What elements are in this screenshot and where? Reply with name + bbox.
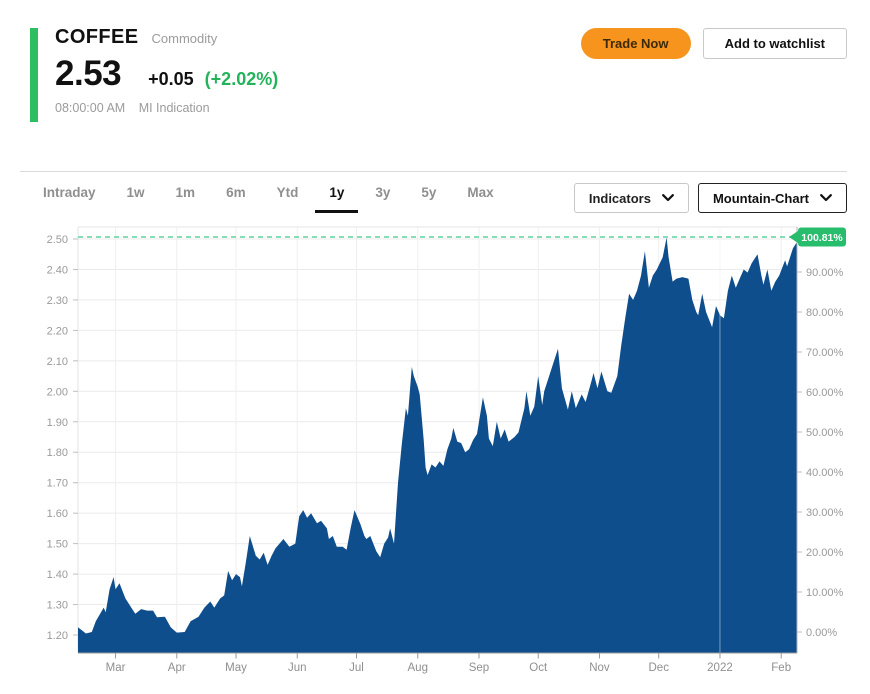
svg-text:20.00%: 20.00% xyxy=(806,547,844,559)
instrument-symbol: COFFEE xyxy=(55,26,139,49)
svg-text:80.00%: 80.00% xyxy=(806,307,844,319)
svg-text:2.40: 2.40 xyxy=(47,264,68,276)
range-tab-max[interactable]: Max xyxy=(467,185,493,200)
percent-change-badge: 100.81% xyxy=(801,232,843,244)
svg-text:Sep: Sep xyxy=(469,662,489,674)
svg-text:70.00%: 70.00% xyxy=(806,347,844,359)
svg-text:Dec: Dec xyxy=(649,662,670,674)
svg-text:1.30: 1.30 xyxy=(47,600,68,612)
svg-text:1.50: 1.50 xyxy=(47,539,68,551)
header-actions: Trade Now Add to watchlist xyxy=(581,28,847,59)
svg-text:Nov: Nov xyxy=(589,662,610,674)
svg-text:Feb: Feb xyxy=(771,662,791,674)
price-accent-bar xyxy=(30,28,38,122)
range-tab-intraday[interactable]: Intraday xyxy=(43,185,96,200)
svg-text:2.00: 2.00 xyxy=(47,386,68,398)
svg-text:2.20: 2.20 xyxy=(47,325,68,337)
indicators-dropdown[interactable]: Indicators xyxy=(574,183,689,213)
svg-text:40.00%: 40.00% xyxy=(806,467,844,479)
svg-text:1.20: 1.20 xyxy=(47,630,68,642)
svg-text:Mar: Mar xyxy=(106,662,126,674)
range-tab-5y[interactable]: 5y xyxy=(421,185,436,200)
svg-text:0.00%: 0.00% xyxy=(806,627,837,639)
svg-text:2.10: 2.10 xyxy=(47,356,68,368)
svg-text:50.00%: 50.00% xyxy=(806,427,844,439)
svg-text:Apr: Apr xyxy=(168,662,186,674)
svg-text:10.00%: 10.00% xyxy=(806,587,844,599)
svg-text:1.40: 1.40 xyxy=(47,569,68,581)
svg-text:90.00%: 90.00% xyxy=(806,267,844,279)
quote-source: MI Indication xyxy=(139,101,210,115)
chart-type-dropdown[interactable]: Mountain-Chart xyxy=(698,183,847,213)
chevron-down-icon xyxy=(662,194,674,202)
svg-text:2.30: 2.30 xyxy=(47,295,68,307)
svg-text:Jul: Jul xyxy=(349,662,364,674)
svg-text:60.00%: 60.00% xyxy=(806,387,844,399)
range-tab-1y[interactable]: 1y xyxy=(329,185,344,200)
range-tab-ytd[interactable]: Ytd xyxy=(277,185,299,200)
svg-text:1.80: 1.80 xyxy=(47,447,68,459)
quote-header: COFFEE Commodity 2.53 +0.05 (+2.02%) 08:… xyxy=(55,26,278,115)
range-tab-1w[interactable]: 1w xyxy=(127,185,145,200)
quote-timestamp: 08:00:00 AM xyxy=(55,101,125,115)
svg-text:1.70: 1.70 xyxy=(47,478,68,490)
chevron-down-icon xyxy=(820,194,832,202)
add-to-watchlist-button[interactable]: Add to watchlist xyxy=(703,28,847,59)
svg-text:1.90: 1.90 xyxy=(47,417,68,429)
svg-text:1.60: 1.60 xyxy=(47,508,68,520)
range-tab-1m[interactable]: 1m xyxy=(176,185,196,200)
svg-text:30.00%: 30.00% xyxy=(806,507,844,519)
chart-controls: Indicators Mountain-Chart xyxy=(574,183,847,213)
indicators-dropdown-label: Indicators xyxy=(589,191,651,206)
mountain-chart-svg[interactable]: 2.50 2.40 2.30 2.20 2.10 2.00 1.90 1.80 1.70 1.60… xyxy=(0,225,870,689)
price-change-percent: (+2.02%) xyxy=(205,69,279,90)
last-price: 2.53 xyxy=(55,56,121,91)
svg-text:Oct: Oct xyxy=(529,662,548,674)
price-chart[interactable]: 2.50 2.40 2.30 2.20 2.10 2.00 1.90 1.80 1.70 1.60… xyxy=(0,225,870,689)
chart-type-dropdown-label: Mountain-Chart xyxy=(713,191,809,206)
range-tab-3y[interactable]: 3y xyxy=(375,185,390,200)
svg-text:Aug: Aug xyxy=(408,662,428,674)
svg-text:May: May xyxy=(225,662,247,674)
instrument-type: Commodity xyxy=(152,31,218,46)
svg-text:2022: 2022 xyxy=(707,662,733,674)
svg-text:2.50: 2.50 xyxy=(47,234,68,246)
svg-text:Jun: Jun xyxy=(288,662,307,674)
trade-now-button[interactable]: Trade Now xyxy=(581,28,691,59)
price-change-absolute: +0.05 xyxy=(148,69,194,90)
range-tab-6m[interactable]: 6m xyxy=(226,185,246,200)
chart-toolbar: Intraday 1w 1m 6m Ytd 1y 3y 5y Max Indicators Mo… xyxy=(20,171,847,216)
